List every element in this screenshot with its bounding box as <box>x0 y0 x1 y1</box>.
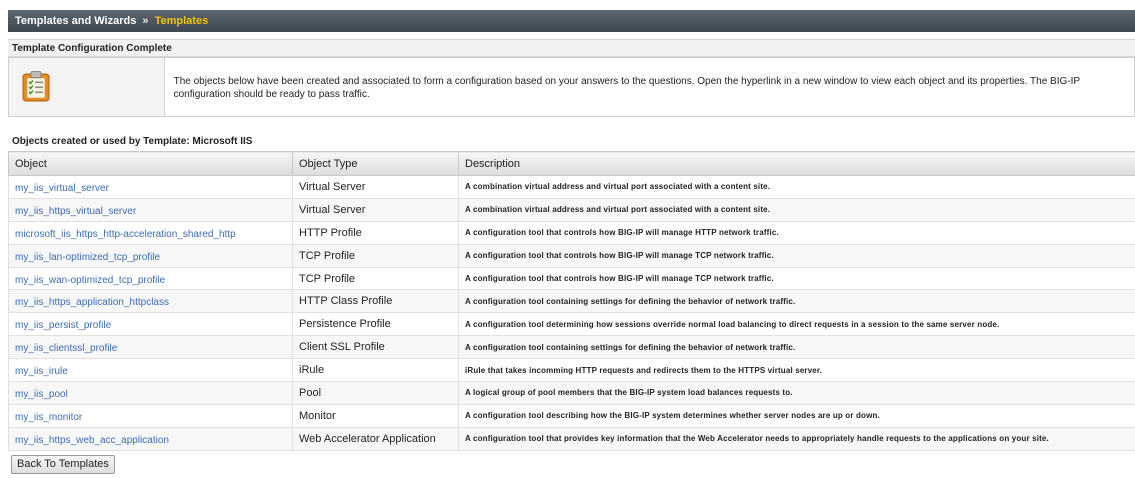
breadcrumb-parent[interactable]: Templates and Wizards <box>15 15 136 27</box>
object-type-cell: Web Accelerator Application <box>292 426 459 451</box>
object-type-cell: HTTP Class Profile <box>292 289 459 314</box>
object-link[interactable]: my_iis_clientssl_profile <box>15 343 117 354</box>
description-cell: A configuration tool describing how the … <box>458 403 1135 428</box>
description-cell: A configuration tool containing settings… <box>458 289 1135 314</box>
column-header-description[interactable]: Description <box>458 151 1135 176</box>
object-type-cell: Virtual Server <box>292 175 459 199</box>
description-cell: A logical group of pool members that the… <box>458 381 1135 405</box>
object-cell: microsoft_iis_https_http-acceleration_sh… <box>8 220 293 245</box>
object-link[interactable]: my_iis_https_virtual_server <box>15 206 136 217</box>
back-to-templates-button[interactable]: Back To Templates <box>11 455 115 474</box>
table-row: my_iis_https_virtual_server Virtual Serve… <box>8 197 1135 222</box>
object-type-cell: HTTP Profile <box>292 220 459 245</box>
object-cell: my_iis_virtual_server <box>8 175 293 199</box>
object-type-cell: TCP Profile <box>292 266 459 291</box>
description-cell: A combination virtual address and virtua… <box>458 175 1135 199</box>
object-type-cell: Client SSL Profile <box>292 335 459 360</box>
object-link[interactable]: my_iis_https_web_acc_application <box>15 435 169 446</box>
object-cell: my_iis_persist_profile <box>8 312 293 337</box>
object-type-cell: Virtual Server <box>292 197 459 222</box>
info-panel: The objects below have been created and … <box>8 57 1135 117</box>
description-cell: A configuration tool that controls how B… <box>458 266 1135 291</box>
clipboard-checklist-icon <box>22 71 50 102</box>
object-link[interactable]: my_iis_monitor <box>15 412 82 423</box>
object-cell: my_iis_pool <box>8 381 293 405</box>
object-cell: my_iis_https_web_acc_application <box>8 426 293 451</box>
object-cell: my_iis_clientssl_profile <box>8 335 293 360</box>
object-link[interactable]: my_iis_virtual_server <box>15 183 109 194</box>
object-link[interactable]: my_iis_https_application_httpclass <box>15 297 169 308</box>
description-cell: A configuration tool determining how ses… <box>458 312 1135 337</box>
object-link[interactable]: my_iis_wan-optimized_tcp_profile <box>15 275 165 286</box>
breadcrumb: Templates and Wizards » Templates <box>8 10 1135 32</box>
table-row: my_iis_https_application_httpclass HTTP C… <box>8 289 1135 314</box>
object-cell: my_iis_wan-optimized_tcp_profile <box>8 266 293 291</box>
object-link[interactable]: microsoft_iis_https_http-acceleration_sh… <box>15 229 236 240</box>
object-cell: my_iis_https_application_httpclass <box>8 289 293 314</box>
description-cell: A combination virtual address and virtua… <box>458 197 1135 222</box>
object-link[interactable]: my_iis_pool <box>15 389 68 400</box>
object-type-cell: iRule <box>292 358 459 383</box>
objects-table: Object Object Type Description my_iis_vi… <box>8 151 1135 451</box>
table-row: my_iis_wan-optimized_tcp_profile TCP Prof… <box>8 266 1135 291</box>
info-text: The objects below have been created and … <box>173 76 1080 100</box>
objects-title: Objects created or used by Template: Mic… <box>12 136 253 147</box>
object-cell: my_iis_https_virtual_server <box>8 197 293 222</box>
object-type-cell: Pool <box>292 381 459 405</box>
column-header-object-type[interactable]: Object Type <box>292 151 459 176</box>
description-cell: A configuration tool containing settings… <box>458 335 1135 360</box>
object-type-cell: Persistence Profile <box>292 312 459 337</box>
object-cell: my_iis_irule <box>8 358 293 383</box>
description-cell: A configuration tool that controls how B… <box>458 220 1135 245</box>
object-link[interactable]: my_iis_persist_profile <box>15 320 111 331</box>
table-row: my_iis_irule iRule iRule that takes incomm… <box>8 358 1135 383</box>
table-row: my_iis_virtual_server Virtual Server A com… <box>8 175 1135 199</box>
object-link[interactable]: my_iis_irule <box>15 366 68 377</box>
description-cell: iRule that takes incomming HTTP requests… <box>458 358 1135 383</box>
table-row: my_iis_https_web_acc_application Web Acce… <box>8 426 1135 451</box>
section-title: Template Configuration Complete <box>8 39 1135 57</box>
info-icon-cell <box>9 58 165 116</box>
table-row: my_iis_monitor Monitor A configuration too… <box>8 403 1135 428</box>
object-type-cell: TCP Profile <box>292 243 459 268</box>
table-row: my_iis_lan-optimized_tcp_profile TCP Prof… <box>8 243 1135 268</box>
table-row: microsoft_iis_https_http-acceleration_sh… <box>8 220 1135 245</box>
object-link[interactable]: my_iis_lan-optimized_tcp_profile <box>15 252 160 263</box>
object-type-cell: Monitor <box>292 403 459 428</box>
table-row: my_iis_clientssl_profile Client SSL Profi… <box>8 335 1135 360</box>
object-cell: my_iis_lan-optimized_tcp_profile <box>8 243 293 268</box>
table-row: my_iis_persist_profile Persistence Profil… <box>8 312 1135 337</box>
description-cell: A configuration tool that provides key i… <box>458 426 1135 451</box>
column-header-object[interactable]: Object <box>8 151 293 176</box>
breadcrumb-separator: » <box>142 15 149 27</box>
description-cell: A configuration tool that controls how B… <box>458 243 1135 268</box>
breadcrumb-current[interactable]: Templates <box>155 15 209 27</box>
object-cell: my_iis_monitor <box>8 403 293 428</box>
table-header-row: Object Object Type Description <box>8 151 1135 176</box>
table-row: my_iis_pool Pool A logical group of pool m… <box>8 381 1135 405</box>
